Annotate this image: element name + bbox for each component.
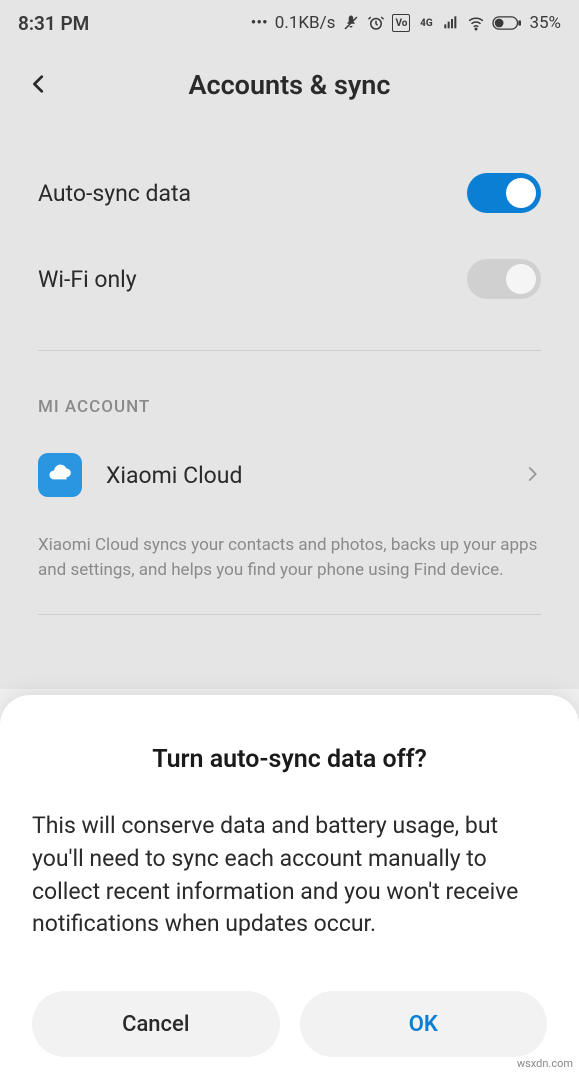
volte-icon: Vo bbox=[392, 14, 410, 32]
dnd-icon bbox=[342, 14, 360, 32]
page-title: Accounts & sync bbox=[0, 69, 579, 101]
page-header: Accounts & sync bbox=[0, 46, 579, 124]
auto-sync-row[interactable]: Auto-sync data bbox=[38, 150, 541, 236]
signal-bars-icon bbox=[442, 14, 460, 32]
dialog-title: Turn auto-sync data off? bbox=[32, 745, 547, 774]
status-speed: 0.1KB/s bbox=[275, 13, 336, 33]
status-time: 8:31 PM bbox=[18, 12, 89, 35]
status-bar: 8:31 PM ••• 0.1KB/s Vo 4G 35% bbox=[0, 0, 579, 46]
divider bbox=[38, 350, 541, 351]
dialog-body: This will conserve data and battery usag… bbox=[32, 810, 547, 941]
chevron-right-icon bbox=[523, 460, 541, 490]
alarm-icon bbox=[367, 14, 385, 32]
auto-sync-label: Auto-sync data bbox=[38, 180, 191, 207]
auto-sync-toggle[interactable] bbox=[467, 173, 541, 213]
signal-icon: 4G bbox=[417, 14, 435, 32]
confirm-dialog: Turn auto-sync data off? This will conse… bbox=[0, 695, 579, 1073]
wifi-only-label: Wi-Fi only bbox=[38, 266, 137, 293]
ok-button[interactable]: OK bbox=[300, 991, 548, 1057]
wifi-only-toggle[interactable] bbox=[467, 259, 541, 299]
status-dots: ••• bbox=[251, 13, 268, 33]
cancel-button[interactable]: Cancel bbox=[32, 991, 280, 1057]
back-button[interactable] bbox=[28, 68, 50, 103]
divider bbox=[38, 614, 541, 615]
wifi-icon bbox=[467, 14, 485, 32]
mi-account-section-header: MI ACCOUNT bbox=[38, 397, 541, 417]
xiaomi-cloud-row[interactable]: Xiaomi Cloud bbox=[38, 445, 541, 505]
cloud-icon bbox=[38, 453, 82, 497]
watermark: wsxdn.com bbox=[517, 1057, 573, 1070]
status-battery: 35% bbox=[529, 13, 561, 33]
xiaomi-cloud-label: Xiaomi Cloud bbox=[106, 462, 499, 489]
battery-icon bbox=[492, 14, 522, 32]
xiaomi-cloud-description: Xiaomi Cloud syncs your contacts and pho… bbox=[38, 533, 541, 582]
wifi-only-row[interactable]: Wi-Fi only bbox=[38, 236, 541, 322]
